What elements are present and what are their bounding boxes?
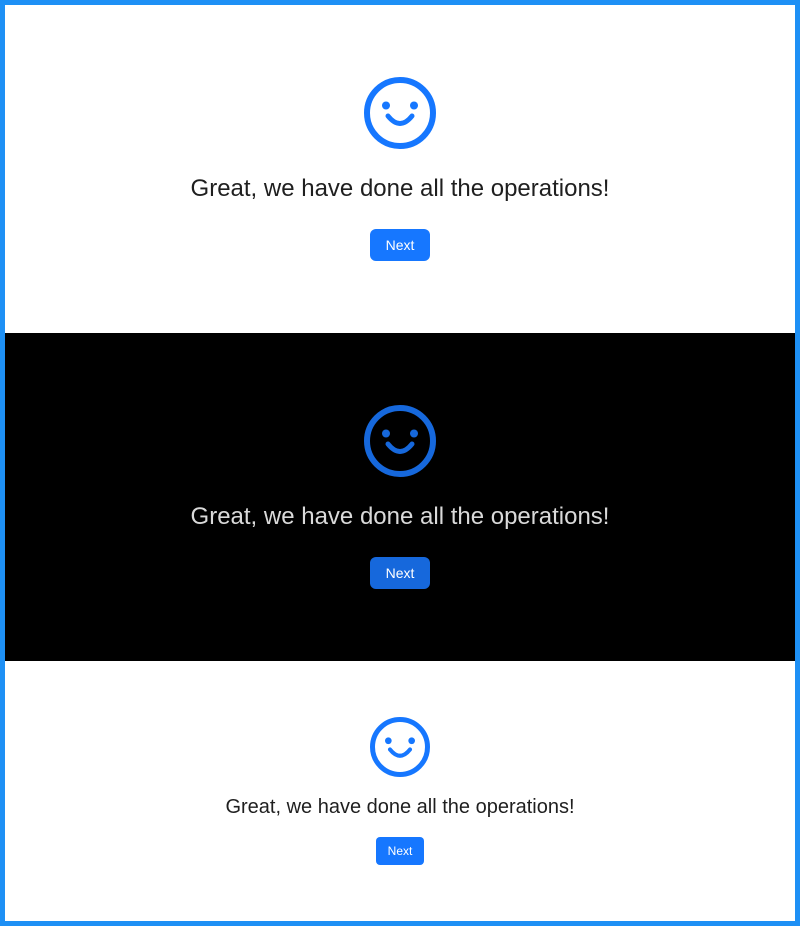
next-button[interactable]: Next xyxy=(370,557,430,589)
result-title: Great, we have done all the operations! xyxy=(190,175,610,202)
result-panel-dark: Great, we have done all the operations! … xyxy=(5,333,795,661)
smile-icon xyxy=(370,717,430,777)
smile-icon xyxy=(364,77,436,149)
result-title: Great, we have done all the operations! xyxy=(225,796,575,818)
next-button[interactable]: Next xyxy=(376,837,424,865)
result-panel-light: Great, we have done all the operations! … xyxy=(5,5,795,333)
result-title: Great, we have done all the operations! xyxy=(190,503,610,530)
smile-icon xyxy=(364,405,436,477)
result-panel-small: Great, we have done all the operations! … xyxy=(5,661,795,921)
next-button[interactable]: Next xyxy=(370,229,430,261)
